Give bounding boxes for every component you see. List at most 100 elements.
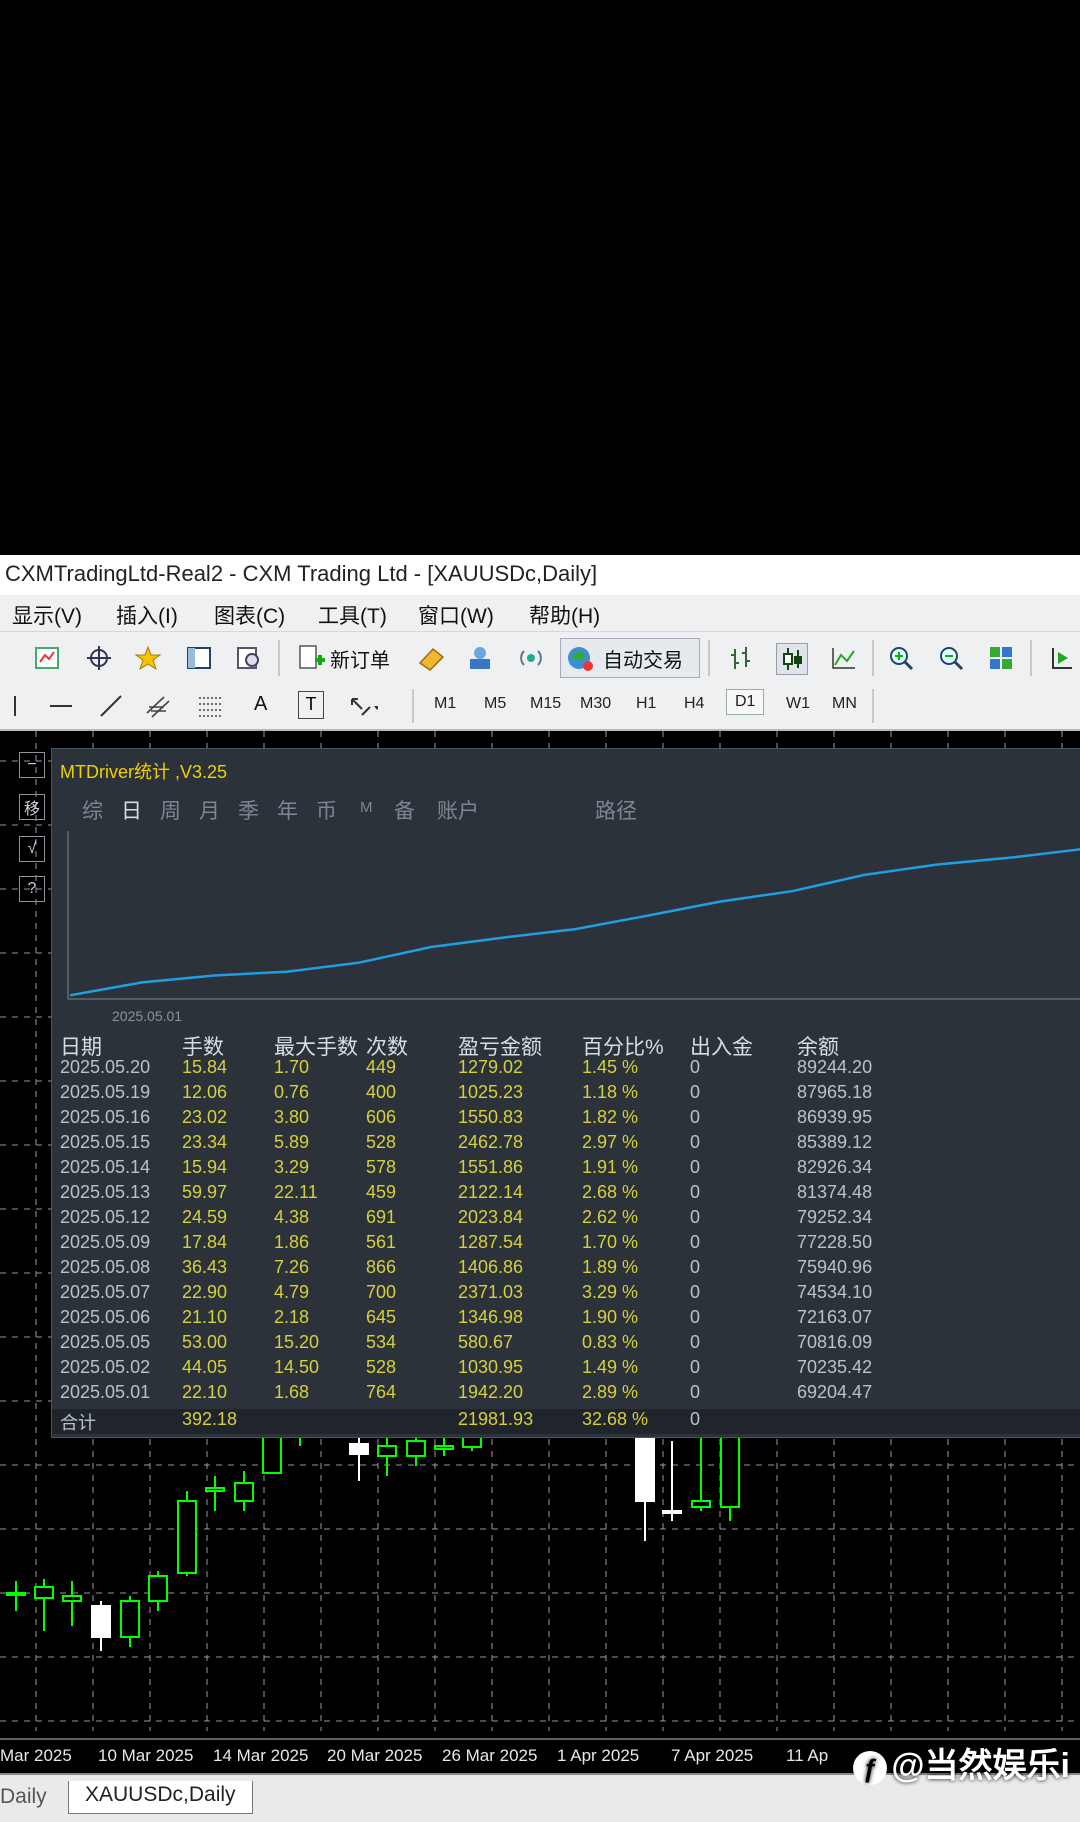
table-row: 2025.05.07 22.90 4.79 700 2371.03 3.29 % 0 7453… <box>52 1282 1080 1307</box>
equidistant-channel-icon[interactable] <box>144 691 174 721</box>
table-row: 2025.05.02 44.05 14.50 528 1030.95 1.49 % 0 702… <box>52 1357 1080 1382</box>
vertical-line-icon[interactable] <box>0 691 30 721</box>
tab-overview[interactable]: 综 <box>82 795 103 825</box>
tab-currency[interactable]: 币 <box>316 795 337 825</box>
menu-view[interactable]: 显示(V) <box>12 600 82 630</box>
new-chart-icon[interactable] <box>32 643 62 673</box>
horizontal-line-icon[interactable] <box>46 691 76 721</box>
timeframe-m5[interactable]: M5 <box>484 695 506 713</box>
timeframe-m1[interactable]: M1 <box>434 695 456 713</box>
table-cell: 4.38 <box>274 1207 310 1227</box>
table-cell: 1025.23 <box>458 1082 524 1102</box>
confirm-button[interactable]: √ <box>19 836 45 862</box>
tab-quarter[interactable]: 季 <box>238 795 259 825</box>
tab-day[interactable]: 日 <box>121 795 142 825</box>
table-cell: 0 <box>690 1207 701 1227</box>
candle-body <box>720 1432 740 1508</box>
arrows-tool-icon[interactable] <box>348 691 378 721</box>
table-cell: 0 <box>690 1232 701 1252</box>
table-cell: 70816.09 <box>797 1332 873 1352</box>
table-cell: 74534.10 <box>797 1282 873 1302</box>
menu-tools[interactable]: 工具(T) <box>318 600 387 630</box>
table-row: 2025.05.15 23.34 5.89 528 2462.78 2.97 % 0 8538… <box>52 1132 1080 1157</box>
table-row: 2025.05.06 21.10 2.18 645 1346.98 1.90 % 0 7216… <box>52 1307 1080 1332</box>
trendline-icon[interactable] <box>96 691 126 721</box>
help-button[interactable]: ? <box>19 876 45 902</box>
table-cell: 44.05 <box>182 1357 228 1377</box>
terminal-window-icon[interactable] <box>465 643 495 673</box>
tab-month[interactable]: 月 <box>199 795 220 825</box>
table-cell: 4.79 <box>274 1282 310 1302</box>
table-cell: 0 <box>690 1382 701 1402</box>
timeframe-h1[interactable]: H1 <box>636 695 656 713</box>
tile-windows-icon[interactable] <box>986 643 1016 673</box>
table-cell: 22.90 <box>182 1282 228 1302</box>
table-cell: 3.80 <box>274 1107 310 1127</box>
total-cell: 32.68 % <box>582 1409 649 1429</box>
table-cell: 0 <box>690 1257 701 1277</box>
fibonacci-icon[interactable] <box>196 691 226 721</box>
text-label-tool-button[interactable]: T <box>298 691 324 719</box>
chart-tab-xauusdc-daily[interactable]: XAUUSDc,Daily <box>68 1781 253 1814</box>
auto-scroll-icon[interactable] <box>1046 643 1076 673</box>
total-cell: 21981.93 <box>458 1409 534 1429</box>
bar-chart-icon[interactable] <box>726 643 756 673</box>
signals-icon[interactable] <box>516 643 546 673</box>
table-cell: 1.90 % <box>582 1307 639 1327</box>
table-cell: 2371.03 <box>458 1282 524 1302</box>
candle-body <box>91 1605 111 1638</box>
chart-tab-daily[interactable]: Daily <box>0 1785 47 1809</box>
table-cell: 1.70 <box>274 1057 310 1077</box>
new-order-icon[interactable] <box>296 643 326 673</box>
favorites-star-icon[interactable] <box>133 643 163 673</box>
data-window-icon[interactable] <box>234 643 264 673</box>
tab-path[interactable]: 路径 <box>595 795 637 825</box>
auto-trading-button[interactable]: 自动交易 <box>560 638 700 678</box>
table-cell: 2025.05.19 <box>60 1082 151 1102</box>
tab-account[interactable]: 账户 <box>437 795 479 825</box>
table-cell: 0 <box>690 1107 701 1127</box>
timeframe-w1[interactable]: W1 <box>786 695 810 713</box>
candle-body <box>662 1510 682 1514</box>
timeframe-mn[interactable]: MN <box>832 695 857 713</box>
table-cell: 12.06 <box>182 1082 228 1102</box>
table-cell: 1030.95 <box>458 1357 524 1377</box>
tab-magic[interactable]: M <box>360 799 373 816</box>
table-cell: 2025.05.14 <box>60 1157 151 1177</box>
timeframe-m15[interactable]: M15 <box>530 695 561 713</box>
timeframe-d1[interactable]: D1 <box>726 689 765 715</box>
move-button[interactable]: 移 <box>19 794 45 820</box>
table-cell: 21.10 <box>182 1307 228 1327</box>
navigator-window-icon[interactable] <box>184 643 214 673</box>
new-order-button[interactable]: 新订单 <box>330 644 390 673</box>
table-cell: 1942.20 <box>458 1382 524 1402</box>
timeframe-m30[interactable]: M30 <box>580 695 611 713</box>
table-cell: 36.43 <box>182 1257 228 1277</box>
metaeditor-icon[interactable] <box>416 643 446 673</box>
tab-week[interactable]: 周 <box>160 795 181 825</box>
collapse-button[interactable]: − <box>19 752 45 778</box>
table-cell: 1.68 <box>274 1382 310 1402</box>
tab-year[interactable]: 年 <box>277 795 298 825</box>
zoom-in-icon[interactable] <box>886 643 916 673</box>
crosshair-icon[interactable] <box>84 643 114 673</box>
zoom-out-icon[interactable] <box>936 643 966 673</box>
menu-insert[interactable]: 插入(I) <box>116 600 178 630</box>
tab-backup[interactable]: 备 <box>394 795 415 825</box>
timeframe-h4[interactable]: H4 <box>684 695 704 713</box>
text-tool-button[interactable]: A <box>254 693 267 716</box>
table-cell: 1406.86 <box>458 1257 524 1277</box>
menu-window[interactable]: 窗口(W) <box>418 600 494 630</box>
menu-help[interactable]: 帮助(H) <box>529 600 600 630</box>
table-cell: 2462.78 <box>458 1132 524 1152</box>
table-cell: 15.94 <box>182 1157 228 1177</box>
line-chart-icon[interactable] <box>828 643 858 673</box>
table-cell: 2025.05.12 <box>60 1207 151 1227</box>
table-cell: 700 <box>366 1282 397 1302</box>
menu-bar: 显示(V) 插入(I) 图表(C) 工具(T) 窗口(W) 帮助(H) <box>0 595 1080 631</box>
table-row: 2025.05.13 59.97 22.11 459 2122.14 2.68 % 0 813… <box>52 1182 1080 1207</box>
table-cell: 2023.84 <box>458 1207 524 1227</box>
table-cell: 86939.95 <box>797 1107 873 1127</box>
candlestick-chart-icon[interactable] <box>776 643 808 675</box>
menu-charts[interactable]: 图表(C) <box>214 600 285 630</box>
